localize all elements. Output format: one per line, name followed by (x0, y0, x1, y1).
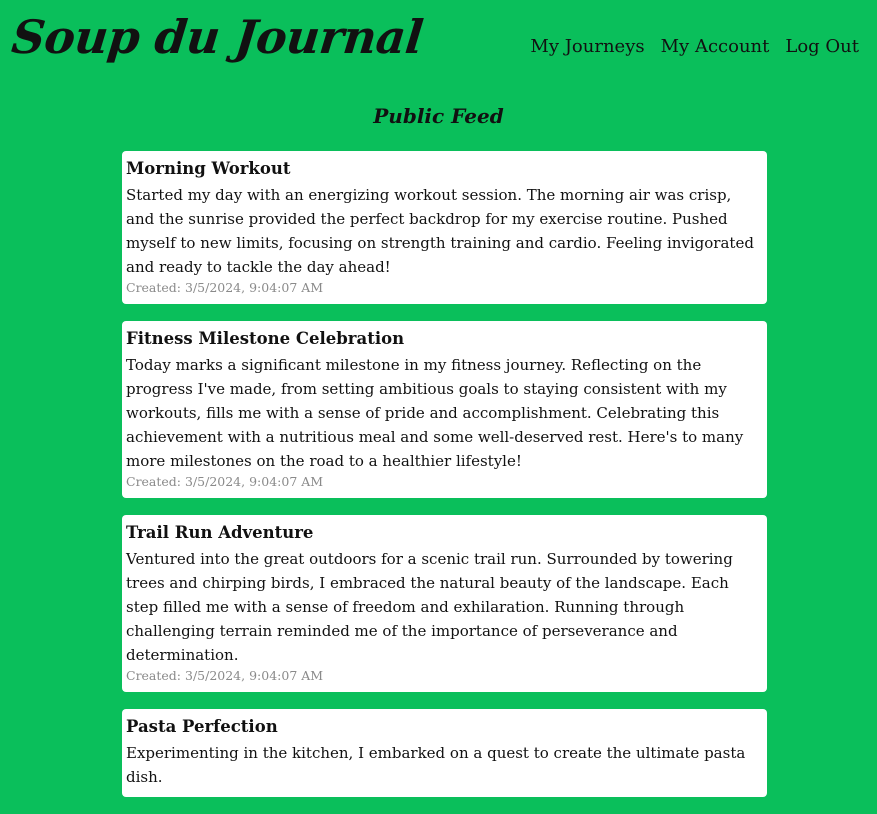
card-body: Experimenting in the kitchen, I embarked… (126, 744, 746, 786)
site-header: Soup du Journal My Journeys My Account L… (0, 0, 877, 96)
main-nav: My Journeys My Account Log Out (530, 36, 859, 57)
nav-my-journeys[interactable]: My Journeys (530, 36, 644, 57)
card-created-date: Created: 3/5/2024, 9:04:07 AM (126, 474, 324, 489)
feed-card: Fitness Milestone Celebration Today mark… (122, 321, 767, 498)
card-title: Morning Workout (126, 159, 291, 178)
card-created-date: Created: 3/5/2024, 9:04:07 AM (126, 280, 324, 295)
feed-list: Morning Workout Started my day with an e… (122, 151, 767, 814)
nav-my-account[interactable]: My Account (661, 36, 770, 57)
card-body: Today marks a significant milestone in m… (126, 356, 744, 470)
card-created-date: Created: 3/5/2024, 9:04:07 AM (126, 668, 324, 683)
card-title: Trail Run Adventure (126, 523, 314, 542)
feed-card: Pasta Perfection Experimenting in the ki… (122, 709, 767, 797)
card-body: Started my day with an energizing workou… (126, 186, 754, 276)
card-body: Ventured into the great outdoors for a s… (126, 550, 733, 664)
site-logo[interactable]: Soup du Journal (9, 10, 425, 64)
feed-card: Morning Workout Started my day with an e… (122, 151, 767, 304)
card-title: Pasta Perfection (126, 717, 278, 736)
page-title: Public Feed (373, 104, 504, 128)
card-title: Fitness Milestone Celebration (126, 329, 405, 348)
feed-card: Trail Run Adventure Ventured into the gr… (122, 515, 767, 692)
nav-log-out[interactable]: Log Out (785, 36, 859, 57)
